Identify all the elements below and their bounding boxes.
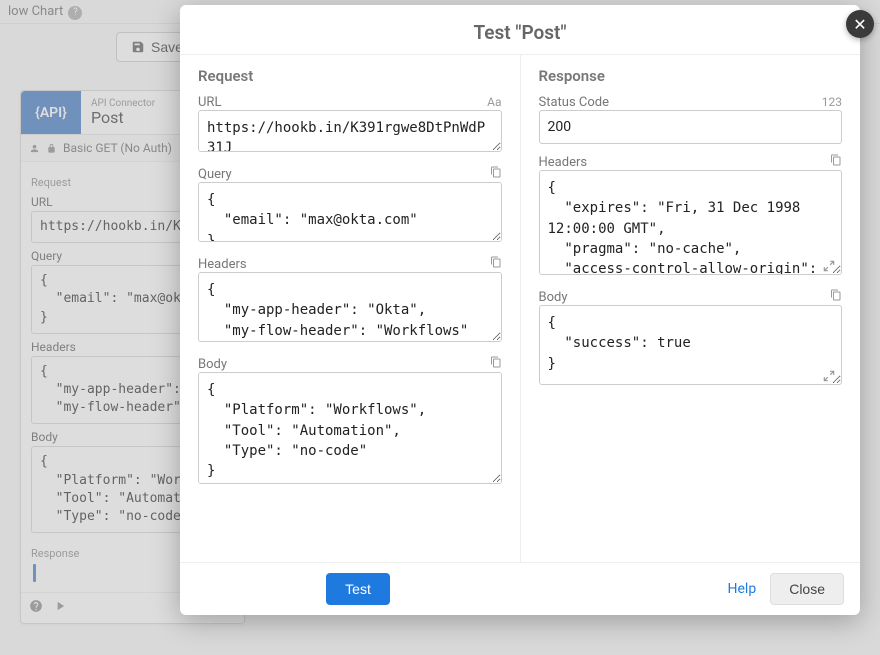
resp-body-label: Body bbox=[539, 290, 568, 305]
copy-icon[interactable] bbox=[830, 154, 842, 170]
help-icon[interactable] bbox=[29, 599, 43, 617]
resp-headers-field[interactable] bbox=[539, 170, 843, 275]
connector-action-name: Post bbox=[91, 108, 155, 127]
copy-icon[interactable] bbox=[490, 256, 502, 272]
request-heading: Request bbox=[198, 67, 502, 85]
resp-body-field[interactable] bbox=[539, 305, 843, 385]
response-indicator bbox=[33, 564, 36, 582]
modal-footer: Test Help Close bbox=[180, 562, 860, 615]
breadcrumb-label: low Chart bbox=[8, 4, 63, 19]
close-button[interactable]: Close bbox=[770, 573, 844, 605]
modal-title: Test "Post" bbox=[180, 5, 860, 54]
test-button[interactable]: Test bbox=[326, 573, 390, 605]
query-label: Query bbox=[198, 167, 232, 182]
status-type-hint: 123 bbox=[822, 95, 842, 109]
req-body-label: Body bbox=[198, 357, 227, 372]
api-icon: {API} bbox=[21, 91, 81, 134]
help-link[interactable]: Help bbox=[728, 581, 757, 597]
copy-icon[interactable] bbox=[490, 356, 502, 372]
request-panel: Request URL Aa Query Headers Body bbox=[180, 55, 520, 562]
close-icon[interactable]: ✕ bbox=[846, 10, 874, 38]
resp-headers-label: Headers bbox=[539, 155, 588, 170]
play-icon[interactable] bbox=[53, 599, 67, 617]
req-headers-label: Headers bbox=[198, 257, 247, 272]
url-input[interactable] bbox=[198, 110, 502, 152]
lock-icon bbox=[46, 143, 57, 154]
copy-icon[interactable] bbox=[830, 289, 842, 305]
status-label: Status Code bbox=[539, 95, 610, 110]
response-heading: Response bbox=[539, 67, 843, 85]
auth-label: Basic GET (No Auth) bbox=[63, 141, 172, 155]
url-type-hint: Aa bbox=[487, 95, 501, 109]
url-label: URL bbox=[198, 95, 221, 110]
query-input[interactable] bbox=[198, 182, 502, 242]
test-modal: Test "Post" Request URL Aa Query Headers… bbox=[180, 5, 860, 615]
response-panel: Response Status Code 123 Headers Body bbox=[520, 55, 861, 562]
req-body-input[interactable] bbox=[198, 372, 502, 484]
expand-icon[interactable] bbox=[822, 369, 836, 383]
user-icon bbox=[29, 143, 40, 154]
save-icon bbox=[131, 40, 145, 54]
expand-icon[interactable] bbox=[822, 259, 836, 273]
req-headers-input[interactable] bbox=[198, 272, 502, 342]
status-code-field[interactable] bbox=[539, 110, 843, 144]
help-icon[interactable]: ? bbox=[68, 6, 82, 20]
copy-icon[interactable] bbox=[490, 166, 502, 182]
save-button-label: Save bbox=[151, 39, 183, 55]
